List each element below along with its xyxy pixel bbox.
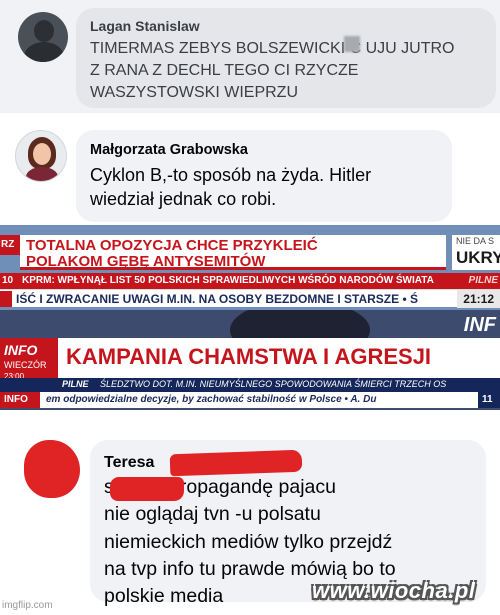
- wiocha-watermark: www.wiocha.pl: [312, 578, 476, 603]
- side-box-big: UKRY: [456, 248, 500, 267]
- comment-text: Cyklon B,-to sposób na żyda. Hitler wied…: [90, 165, 372, 209]
- avatar[interactable]: [15, 130, 67, 182]
- censor-scribble: [110, 477, 184, 501]
- news-ticker: INFO em odpowiedzialne decyzje, by zacho…: [0, 392, 500, 408]
- tv-headline: KAMPANIA CHAMSTWA I AGRESJI: [66, 344, 432, 369]
- censor-blur: [344, 36, 360, 52]
- news-ticker: IŚĆ I ZWRACANIE UWAGI M.IN. NA OSOBY BEZ…: [0, 289, 500, 308]
- comment-author[interactable]: Małgorzata Grabowska: [90, 142, 438, 158]
- clock: 21:12: [457, 290, 500, 308]
- tv-screenshot-2: INF INFO WIECZÓR 23:00 KAMPANIA CHAMSTWA…: [0, 310, 500, 410]
- imgflip-watermark: imgflip.com: [2, 600, 53, 611]
- ticker-text: em odpowiedzialne decyzje, by zachować s…: [46, 394, 377, 405]
- strip-text: ŚLEDZTWO DOT. M.IN. NIEUMYŚLNEGO SPOWODO…: [100, 379, 447, 389]
- headline-box: TOTALNA OPOZYCJA CHCE PRZYKLEIĆ POLAKOM …: [20, 235, 446, 270]
- avatar[interactable]: [18, 12, 68, 62]
- comment-bubble: Lagan Stanislaw TIMERMAS ZEBYS BOLSZEWIC…: [76, 8, 496, 108]
- avatar-head: [34, 20, 54, 42]
- strip-label: PILNE: [468, 275, 498, 286]
- tv-headline: TOTALNA OPOZYCJA CHCE PRZYKLEIĆ POLAKOM …: [26, 237, 318, 270]
- avatar-body: [24, 42, 64, 62]
- program-name: WIECZÓR: [4, 360, 47, 370]
- avatar-face: [33, 143, 51, 165]
- comment-author[interactable]: Lagan Stanislaw: [90, 18, 482, 34]
- clock: 11: [478, 392, 500, 408]
- tv-screenshot-1: RZ TOTALNA OPOZYCJA CHCE PRZYKLEIĆ POLAK…: [0, 225, 500, 310]
- comment-text: TIMERMAS ZEBYS BOLSZEWICKI C UJU JUTRO Z…: [90, 40, 455, 101]
- strip-label: PILNE: [62, 379, 89, 389]
- strip-number: 10: [2, 275, 14, 286]
- side-box: NIE DA S UKRY: [452, 235, 500, 270]
- comment-bubble: Małgorzata Grabowska Cyklon B,-to sposób…: [76, 130, 452, 222]
- news-strip: 10 KPRM: WPŁYNĄŁ LIST 50 POLSKICH SPRAWI…: [0, 273, 500, 289]
- news-strip: PILNE ŚLEDZTWO DOT. M.IN. NIEUMYŚLNEGO S…: [0, 378, 500, 392]
- strip-text: KPRM: WPŁYNĄŁ LIST 50 POLSKICH SPRAWIEDL…: [22, 275, 434, 286]
- ticker-badge: INFO: [0, 392, 40, 408]
- channel-logo: INF: [463, 314, 496, 336]
- channel-tab: RZ: [0, 235, 20, 255]
- comment-panel-1: Lagan Stanislaw TIMERMAS ZEBYS BOLSZEWIC…: [0, 0, 500, 113]
- censor-scribble: [169, 449, 303, 477]
- side-box-top: NIE DA S: [456, 236, 495, 246]
- info-logo: INFO: [4, 342, 38, 358]
- avatar-torso: [26, 167, 58, 181]
- ticker-text: IŚĆ I ZWRACANIE UWAGI M.IN. NA OSOBY BEZ…: [16, 292, 418, 306]
- ticker-icon: [0, 291, 12, 307]
- headline-box: KAMPANIA CHAMSTWA I AGRESJI: [58, 338, 500, 378]
- avatar[interactable]: [24, 440, 80, 498]
